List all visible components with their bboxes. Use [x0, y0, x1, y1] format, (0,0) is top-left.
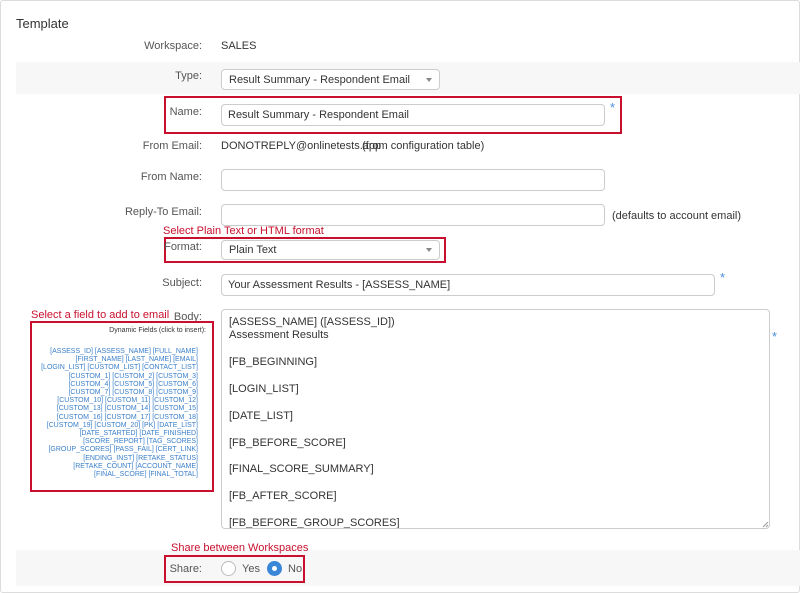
- dynamic-field-line[interactable]: [CUSTOM_7] [CUSTOM_8] [CUSTOM_9]: [22, 389, 198, 397]
- body-line: [DATE_LIST]: [229, 409, 293, 422]
- body-line: [229, 396, 762, 409]
- chevron-down-icon: [426, 77, 432, 82]
- chevron-down-icon: [426, 248, 432, 252]
- from-name-input[interactable]: [221, 169, 605, 191]
- body-line: [229, 450, 762, 463]
- body-line: [229, 423, 762, 436]
- dynamic-field-line[interactable]: [CUSTOM_16] [CUSTOM_17] [CUSTOM_18]: [22, 414, 198, 422]
- body-line: [LOGIN_LIST]: [229, 382, 299, 395]
- dynamic-field-line[interactable]: [GROUP_SCORES] [PASS_FAIL] [CERT_LINK]: [22, 446, 198, 454]
- subject-input[interactable]: Your Assessment Results - [ASSESS_NAME]: [221, 274, 715, 296]
- type-select[interactable]: Result Summary - Respondent Email: [221, 69, 440, 90]
- name-input[interactable]: Result Summary - Respondent Email: [221, 104, 605, 126]
- body-line: [229, 503, 762, 516]
- dynamic-field-line[interactable]: [CUSTOM_13] [CUSTOM_14] [CUSTOM_15]: [22, 405, 198, 413]
- body-line: [FINAL_SCORE_SUMMARY]: [229, 463, 374, 476]
- share-no-radio[interactable]: [267, 561, 282, 576]
- from-name-label: From Name:: [140, 171, 202, 183]
- reply-to-note: (defaults to account email): [612, 210, 742, 222]
- dynamic-field-line[interactable]: [ASSESS_ID] [ASSESS_NAME] [FULL_NAME]: [22, 348, 198, 356]
- body-line: [FB_BEFORE_SCORE]: [229, 436, 346, 449]
- dynamic-field-line[interactable]: [DATE_STARTED] [DATE_FINISHED]: [22, 430, 198, 438]
- resize-handle-icon[interactable]: [762, 521, 769, 528]
- share-label: Share:: [169, 563, 202, 575]
- body-line: [229, 477, 762, 490]
- share-no-option[interactable]: No: [267, 561, 302, 576]
- type-select-value: Result Summary - Respondent Email: [229, 73, 410, 86]
- body-required-marker: *: [772, 329, 778, 344]
- share-yes-radio[interactable]: [221, 561, 236, 576]
- from-email-note: (from configuration table): [362, 140, 485, 152]
- format-label: Format:: [164, 241, 202, 253]
- reply-to-label: Reply-To Email:: [124, 206, 202, 218]
- format-select-value: Plain Text: [229, 244, 277, 256]
- body-line: [229, 343, 762, 356]
- share-callout-text: Share between Workspaces: [171, 542, 309, 554]
- dynamic-field-line[interactable]: [FIRST_NAME] [LAST_NAME] [EMAIL]: [22, 356, 198, 364]
- body-line: [ASSESS_NAME] ([ASSESS_ID]): [229, 316, 395, 328]
- type-label: Type:: [175, 70, 202, 82]
- body-line: [FB_BEFORE_GROUP_SCORES]: [229, 516, 400, 529]
- body-textarea[interactable]: [ASSESS_NAME] ([ASSESS_ID]) Assessment R…: [221, 309, 770, 529]
- share-yes-option[interactable]: Yes: [221, 561, 260, 576]
- dynamic-field-line[interactable]: [CUSTOM_10] [CUSTOM_11] [CUSTOM_12]: [22, 397, 198, 405]
- name-label: Name:: [169, 106, 202, 118]
- dynamic-fields-list: [ASSESS_ID] [ASSESS_NAME] [FULL_NAME] [F…: [22, 348, 198, 479]
- dynamic-field-line[interactable]: [RETAKE_COUNT] [ACCOUNT_NAME]: [22, 463, 198, 471]
- from-email-label: From Email:: [142, 140, 202, 152]
- dynamic-field-line[interactable]: [CUSTOM_1] [CUSTOM_2] [CUSTOM_3]: [22, 373, 198, 381]
- dynamic-fields-title: Dynamic Fields (click to insert):: [109, 327, 206, 334]
- dynamic-field-line[interactable]: [ENDING_INST] [RETAKE_STATUS]: [22, 455, 198, 463]
- subject-label: Subject:: [162, 277, 202, 289]
- from-email-value: DONOTREPLY@onlinetests.app: [221, 140, 382, 152]
- workspace-label: Workspace:: [144, 40, 202, 52]
- dynamic-field-line[interactable]: [SCORE_REPORT] [TAG_SCORES]: [22, 438, 198, 446]
- subject-required-marker: *: [720, 270, 726, 285]
- body-line: [FB_AFTER_SCORE]: [229, 490, 337, 503]
- dynamic-field-line[interactable]: [CUSTOM_19] [CUSTOM_20] [PK] [DATE_LIST]: [22, 422, 198, 430]
- body-line: [FB_BEGINNING]: [229, 356, 318, 369]
- body-line: Assessment Results: [229, 329, 329, 342]
- reply-to-input[interactable]: [221, 204, 605, 226]
- section-title: Template: [16, 16, 69, 31]
- subject-input-value: Your Assessment Results - [ASSESS_NAME]: [228, 279, 451, 291]
- format-select[interactable]: Plain Text: [221, 240, 440, 260]
- name-input-value: Result Summary - Respondent Email: [228, 109, 409, 121]
- workspace-value: SALES: [221, 40, 257, 52]
- dynamic-field-line[interactable]: [LOGIN_LIST] [CUSTOM_LIST] [CONTACT_LIST…: [22, 364, 198, 372]
- dynamic-field-line[interactable]: [CUSTOM_4] [CUSTOM_5] [CUSTOM_6]: [22, 381, 198, 389]
- body-line: [229, 370, 762, 383]
- dynamic-field-line[interactable]: [FINAL_SCORE] [FINAL_TOTAL]: [22, 471, 198, 479]
- share-yes-label: Yes: [242, 562, 260, 575]
- share-no-label: No: [288, 562, 303, 575]
- name-required-marker: *: [610, 100, 616, 115]
- format-callout-text: Select Plain Text or HTML format: [163, 225, 324, 237]
